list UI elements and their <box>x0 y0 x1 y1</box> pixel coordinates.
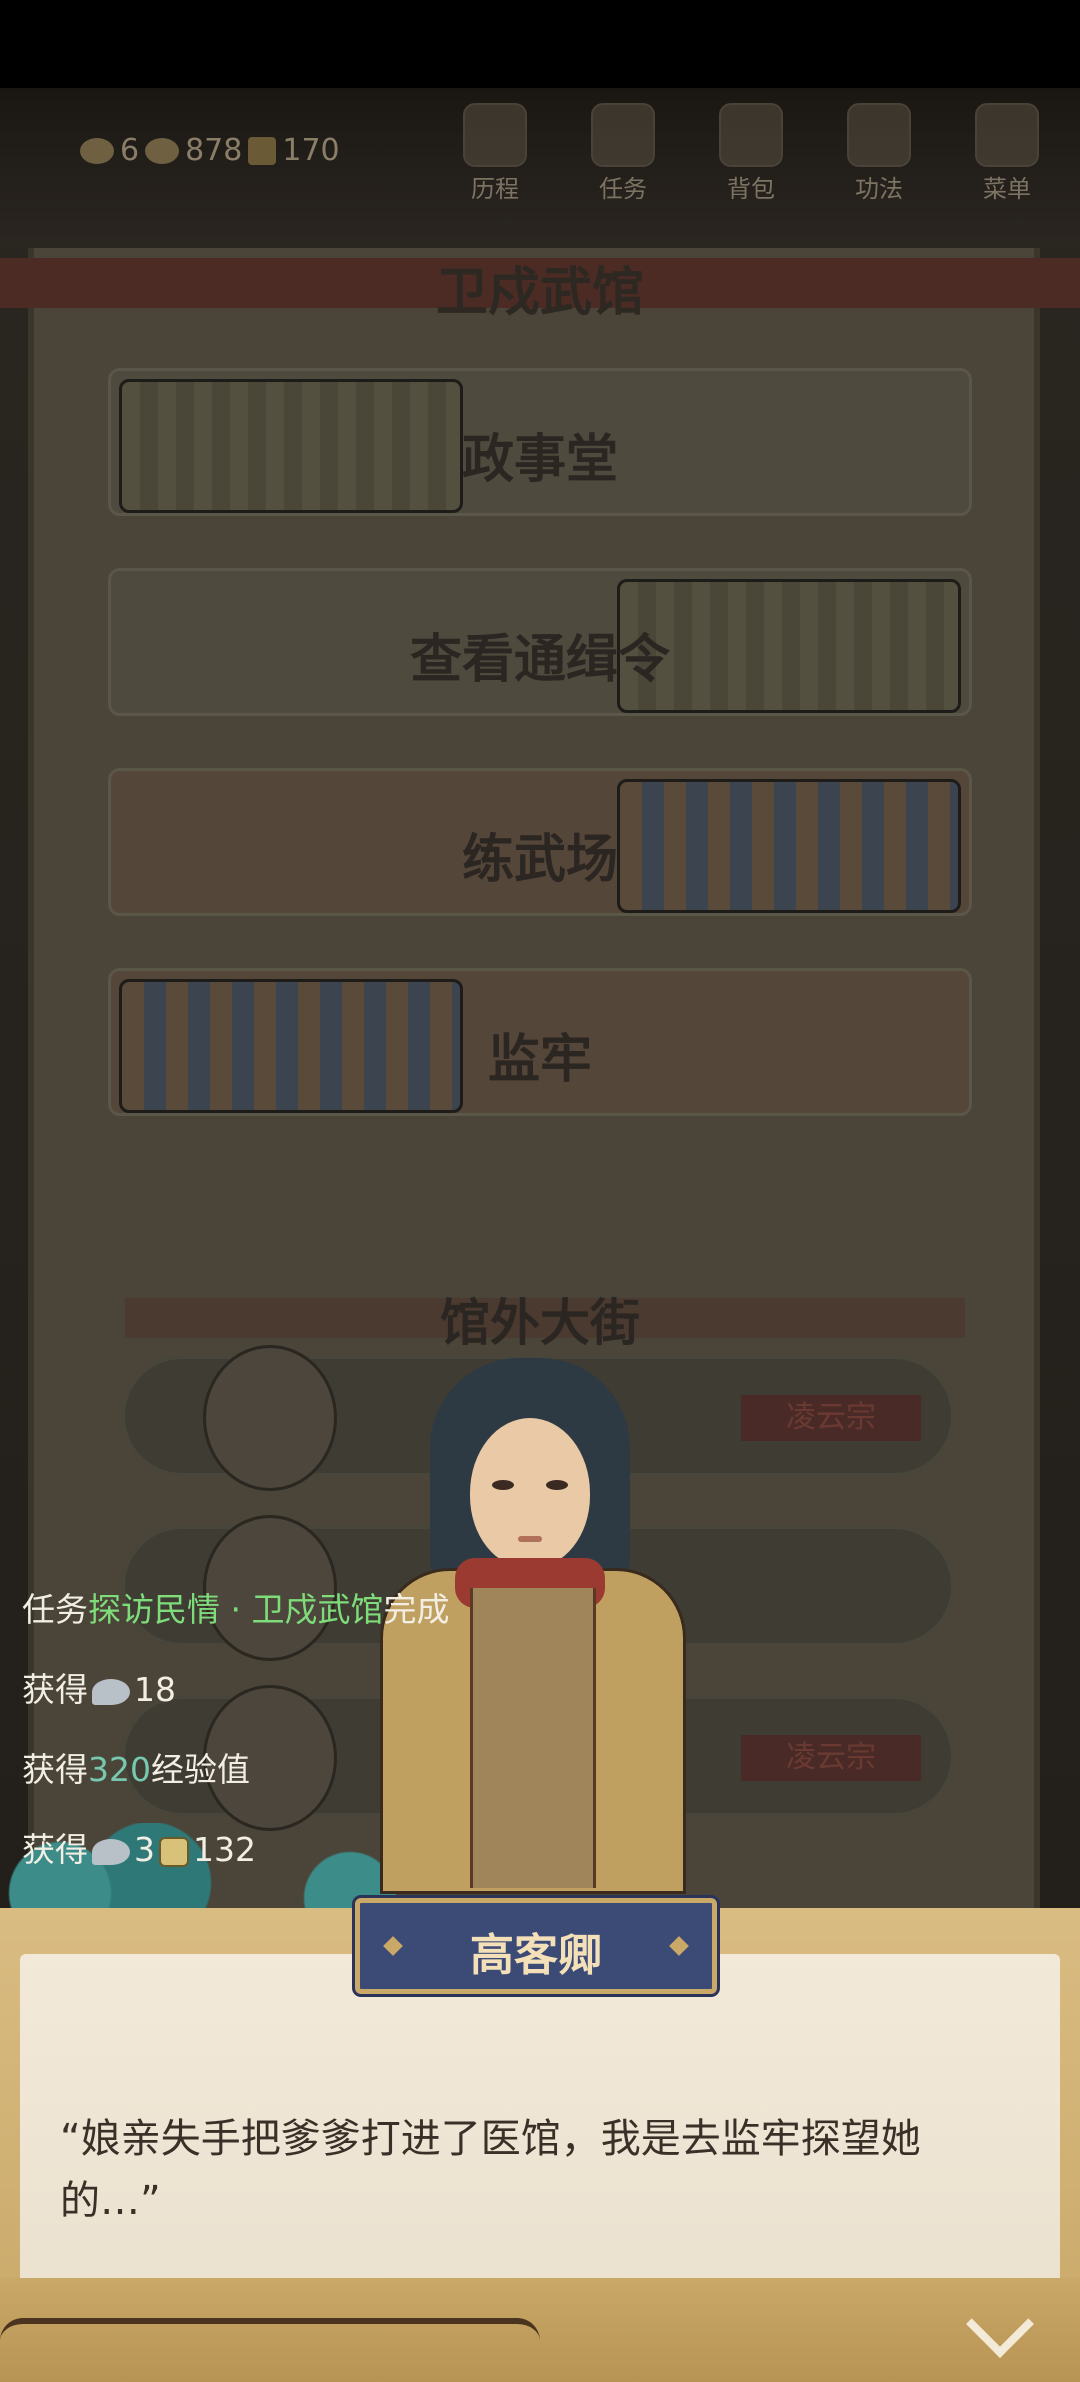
scroll-icon <box>847 103 911 167</box>
place-label: 政事堂 <box>461 429 618 490</box>
silver-icon <box>92 1678 130 1705</box>
main-nav: 历程 任务 背包 功法 菜单 <box>432 103 1070 204</box>
log-text: 任务 <box>22 1590 88 1629</box>
nav-journey[interactable]: 历程 <box>432 103 558 204</box>
npc-sect-tag: 凌云宗 <box>741 1735 921 1781</box>
nav-menu[interactable]: 菜单 <box>944 103 1070 204</box>
log-gain-reward: 获得 3 132 <box>22 1823 256 1871</box>
nav-label: 任务 <box>599 175 647 203</box>
place-prison[interactable]: 监牢 <box>108 968 972 1116</box>
decorative-swirl <box>0 2318 540 2364</box>
log-text: 获得 <box>22 1750 88 1789</box>
place-training-ground[interactable]: 练武场 <box>108 768 972 916</box>
log-text: 完成 <box>383 1590 450 1629</box>
nav-skills[interactable]: 功法 <box>816 103 942 204</box>
character-face <box>470 1418 590 1568</box>
journey-icon <box>463 103 527 167</box>
place-wanted-notices[interactable]: 查看通缉令 <box>108 568 972 716</box>
nav-label: 历程 <box>471 175 519 203</box>
nav-label: 菜单 <box>983 175 1031 203</box>
log-quest-name: 探访民情 · 卫戍武馆 <box>88 1590 384 1629</box>
log-amount: 3 <box>134 1830 155 1869</box>
jade-amount: 6 <box>120 133 140 168</box>
speaker-nameplate: 高客卿 <box>355 1898 717 1994</box>
nav-label: 背包 <box>727 175 775 203</box>
log-text: 经验值 <box>151 1750 250 1789</box>
speaker-name: 高客卿 <box>470 1930 602 1981</box>
coin-icon <box>159 1836 189 1867</box>
log-amount: 132 <box>193 1830 256 1869</box>
nav-label: 功法 <box>855 175 903 203</box>
place-label: 练武场 <box>461 829 618 890</box>
location-title: 卫戍武馆 <box>435 262 644 323</box>
fan-menu-icon <box>975 103 1039 167</box>
game-screen: 6 878 170 历程 任务 背包 功法 菜单 卫戍武馆 政事堂 查看通缉令 … <box>0 88 1080 2382</box>
character-vest <box>470 1588 596 1888</box>
log-gain-exp: 获得320经验值 <box>22 1743 250 1791</box>
log-text: 获得 <box>22 1830 88 1869</box>
place-zhengshitang[interactable]: 政事堂 <box>108 368 972 516</box>
continue-button[interactable] <box>966 2290 1036 2360</box>
log-amount: 320 <box>88 1750 151 1789</box>
silver-icon <box>145 137 180 164</box>
place-label: 监牢 <box>487 1029 592 1090</box>
log-text: 获得 <box>22 1670 88 1709</box>
eye <box>492 1480 514 1490</box>
top-bar: 6 878 170 历程 任务 背包 功法 菜单 <box>0 88 1080 238</box>
coin-amount: 170 <box>282 133 340 168</box>
place-label: 查看通缉令 <box>409 629 670 690</box>
log-amount: 18 <box>134 1670 176 1709</box>
dialog-text: “娘亲失手把爹爹打进了医馆，我是去监牢探望她的…” <box>60 2116 921 2224</box>
npc-sect-tag: 凌云宗 <box>741 1395 921 1441</box>
mouth <box>518 1536 542 1542</box>
log-quest-complete: 任务探访民情 · 卫戍武馆完成 <box>22 1583 449 1631</box>
currency-display: 6 878 170 <box>80 133 340 168</box>
log-gain-silver: 获得 18 <box>22 1663 176 1711</box>
nav-bag[interactable]: 背包 <box>688 103 814 204</box>
silver-amount: 878 <box>185 133 243 168</box>
silver-icon <box>92 1838 130 1865</box>
dialog-box[interactable]: 高客卿 “娘亲失手把爹爹打进了医馆，我是去监牢探望她的…” <box>0 1898 1080 2382</box>
coin-icon <box>248 136 277 165</box>
jade-icon <box>80 137 114 164</box>
quest-icon <box>591 103 655 167</box>
eye <box>546 1480 568 1490</box>
bag-icon <box>719 103 783 167</box>
chevron-down-icon <box>966 2290 1034 2358</box>
npc-portrait <box>203 1345 337 1491</box>
nav-quest[interactable]: 任务 <box>560 103 686 204</box>
